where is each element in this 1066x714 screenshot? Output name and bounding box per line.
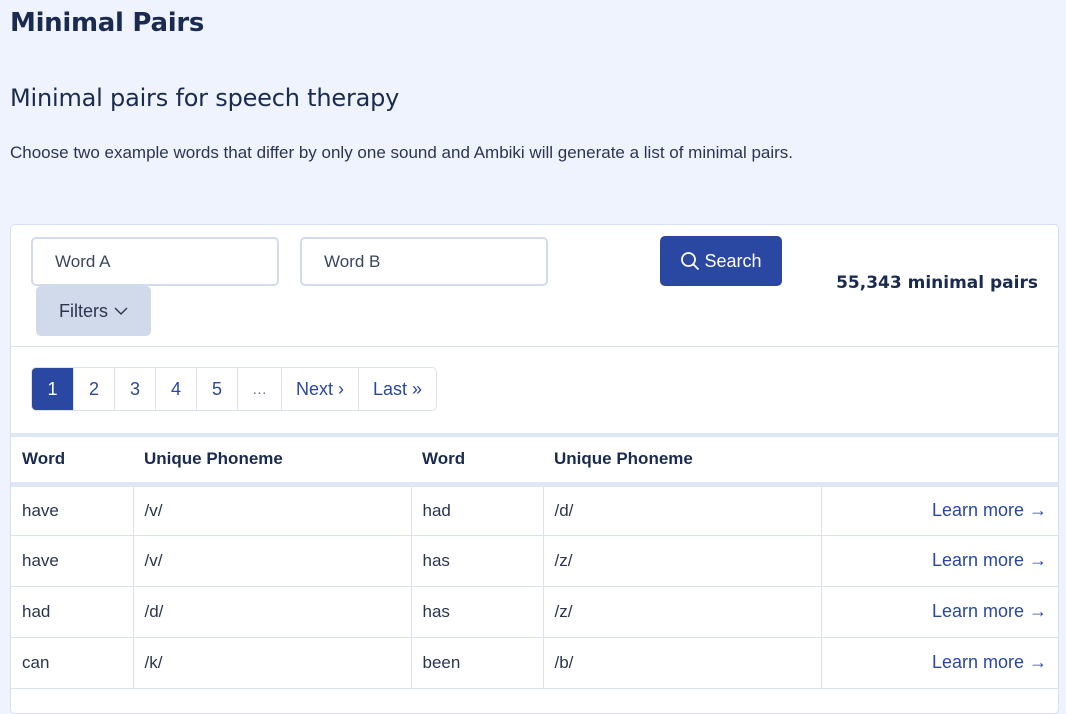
learn-more-link[interactable]: Learn more →: [932, 652, 1047, 672]
page-1[interactable]: 1: [32, 368, 73, 410]
learn-more-link[interactable]: Learn more →: [932, 550, 1047, 570]
table-row: can /k/ been /b/ Learn more →: [11, 637, 1058, 689]
word-1-cell: can: [11, 637, 134, 689]
page-4[interactable]: 4: [155, 368, 196, 410]
phoneme-2-cell: /d/: [543, 484, 822, 536]
phoneme-1-cell: /v/: [133, 535, 412, 587]
table-row: had /d/ has /z/ Learn more →: [11, 586, 1058, 638]
learn-more-link[interactable]: Learn more →: [932, 601, 1047, 621]
word-1-cell: had: [11, 586, 134, 638]
filters-button[interactable]: Filters: [36, 286, 151, 336]
word-a-input[interactable]: [31, 237, 279, 286]
word-2-cell: been: [411, 637, 544, 689]
phoneme-1-cell: /v/: [133, 484, 412, 536]
header-word-1: Word: [22, 449, 66, 469]
search-button[interactable]: Search: [660, 236, 782, 286]
minimal-pairs-table: Word Unique Phoneme Word Unique Phoneme …: [11, 433, 1058, 689]
header-actions: [821, 435, 1058, 484]
word-1-cell: have: [11, 484, 134, 536]
page-5[interactable]: 5: [196, 368, 237, 410]
actions-cell: Learn more →: [821, 637, 1058, 689]
page-2[interactable]: 2: [73, 368, 114, 410]
phoneme-2-cell: /z/: [543, 535, 822, 587]
word-2-cell: had: [411, 484, 544, 536]
header-phoneme-2: Unique Phoneme: [554, 449, 693, 469]
learn-more-link[interactable]: Learn more →: [932, 500, 1047, 520]
search-form: Search 55,343 minimal pairs Filters: [11, 225, 1058, 347]
header-phoneme-1: Unique Phoneme: [144, 449, 283, 469]
page-next[interactable]: Next ›: [281, 368, 359, 410]
search-button-label: Search: [704, 250, 762, 271]
page-ellipsis: …: [237, 368, 281, 410]
word-b-input[interactable]: [300, 237, 548, 286]
phoneme-1-cell: /d/: [133, 586, 412, 638]
minimal-pairs-card: Search 55,343 minimal pairs Filters 1 2 …: [10, 224, 1059, 714]
pagination-area: 1 2 3 4 5 … Next › Last »: [11, 347, 1058, 433]
actions-cell: Learn more →: [821, 535, 1058, 587]
filters-button-label: Filters: [59, 300, 108, 321]
phoneme-2-cell: /z/: [543, 586, 822, 638]
chevron-down-icon: [114, 307, 128, 315]
page-title: Minimal Pairs: [10, 8, 205, 38]
word-1-cell: have: [11, 535, 134, 587]
word-2-cell: has: [411, 535, 544, 587]
word-2-cell: has: [411, 586, 544, 638]
actions-cell: Learn more →: [821, 586, 1058, 638]
phoneme-2-cell: /b/: [543, 637, 822, 689]
page-3[interactable]: 3: [114, 368, 155, 410]
table-row: have /v/ had /d/ Learn more →: [11, 484, 1058, 536]
table-header-row: Word Unique Phoneme Word Unique Phoneme: [11, 435, 1058, 484]
page-subtitle: Minimal pairs for speech therapy: [10, 84, 400, 112]
header-word-2: Word: [422, 449, 466, 469]
result-count: 55,343 minimal pairs: [836, 273, 1038, 293]
intro-text: Choose two example words that differ by …: [10, 143, 794, 162]
actions-cell: Learn more →: [821, 484, 1058, 536]
table-row: have /v/ has /z/ Learn more →: [11, 535, 1058, 587]
pagination: 1 2 3 4 5 … Next › Last »: [31, 367, 438, 411]
phoneme-1-cell: /k/: [133, 637, 412, 689]
search-icon: [681, 252, 700, 271]
page-last[interactable]: Last »: [358, 368, 437, 410]
